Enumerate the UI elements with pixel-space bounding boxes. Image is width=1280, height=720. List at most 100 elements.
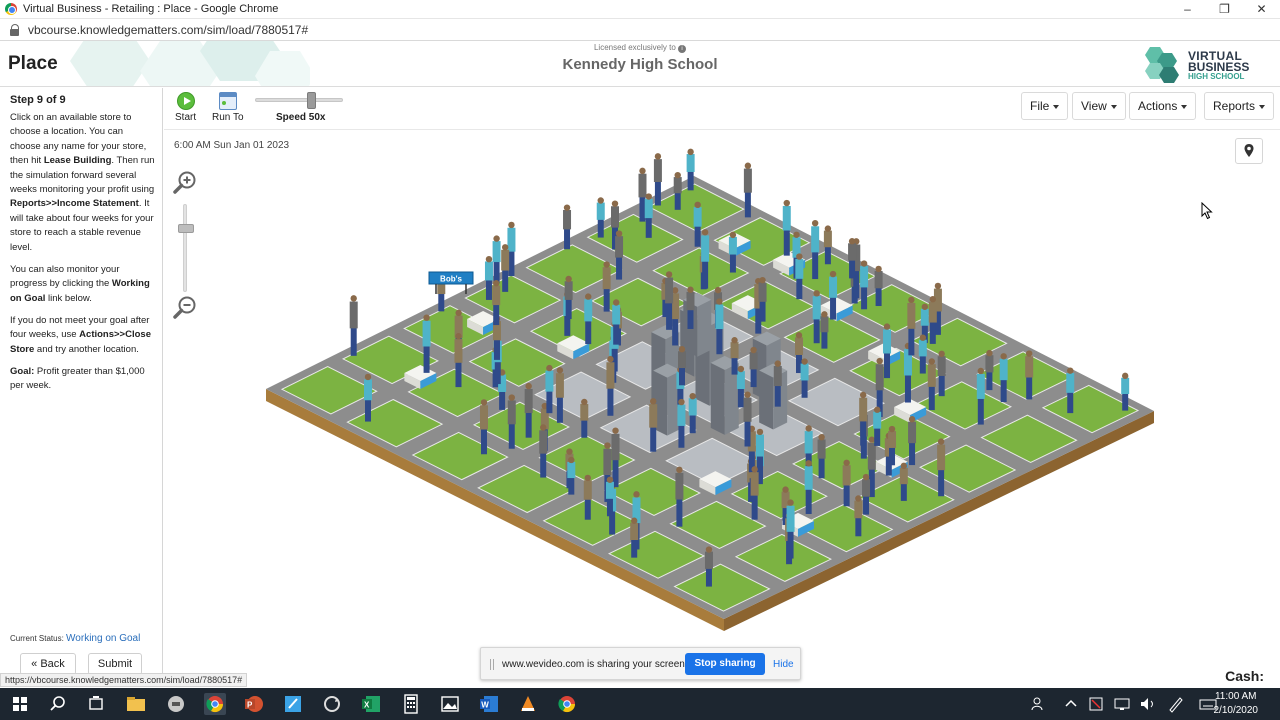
location-pin-icon bbox=[1244, 144, 1254, 157]
license-text: Licensed exclusively to i bbox=[0, 43, 1280, 53]
isometric-city-map[interactable]: Bob's bbox=[164, 131, 1280, 668]
windows-taskbar: P X W 11:00 AM 2/10/2020 bbox=[0, 688, 1280, 720]
zoom-slider[interactable] bbox=[178, 204, 194, 292]
person-figure bbox=[854, 495, 863, 537]
close-icon[interactable]: ✕ bbox=[1243, 0, 1280, 19]
word-icon[interactable]: W bbox=[478, 693, 500, 715]
photos-icon[interactable] bbox=[439, 693, 461, 715]
zoom-in-button[interactable] bbox=[172, 170, 198, 196]
person-figure bbox=[811, 219, 820, 280]
back-button[interactable]: « Back bbox=[20, 653, 76, 675]
pen-icon[interactable] bbox=[1165, 693, 1187, 715]
person-figure bbox=[349, 295, 358, 356]
instruction-paragraph-1: Click on an available store to choose a … bbox=[10, 112, 155, 253]
person-figure bbox=[524, 382, 533, 438]
person-figure bbox=[888, 425, 897, 466]
person-figure bbox=[630, 517, 639, 558]
person-figure bbox=[584, 293, 593, 345]
run-to-button[interactable]: Run To bbox=[212, 92, 244, 123]
speed-slider[interactable] bbox=[255, 92, 343, 109]
restore-icon[interactable]: ❐ bbox=[1206, 0, 1243, 19]
system-clock[interactable]: 11:00 AM 2/10/2020 bbox=[1214, 690, 1259, 718]
notepad-icon[interactable] bbox=[282, 693, 304, 715]
caret-down-icon bbox=[1110, 104, 1117, 109]
person-figure bbox=[908, 416, 917, 466]
view-menu[interactable]: View bbox=[1072, 92, 1126, 120]
sync-app-icon[interactable] bbox=[321, 693, 343, 715]
powerpoint-icon[interactable]: P bbox=[243, 693, 265, 715]
person-figure bbox=[928, 296, 937, 344]
person-figure bbox=[937, 350, 946, 397]
instruction-paragraph-2: You can also monitor your progress by cl… bbox=[10, 264, 150, 304]
person-figure bbox=[874, 265, 883, 307]
chrome-icon-2[interactable] bbox=[556, 693, 578, 715]
actions-menu[interactable]: Actions bbox=[1129, 92, 1197, 120]
browser-title-bar: Virtual Business - Retailing : Place - G… bbox=[0, 0, 1280, 19]
map-pin-button[interactable] bbox=[1235, 138, 1263, 164]
screen-share-bar: www.wevideo.com is sharing your screen. … bbox=[480, 647, 801, 680]
submit-button[interactable]: Submit bbox=[88, 653, 142, 675]
instruction-paragraph-3: If you do not meet your goal after four … bbox=[10, 315, 151, 355]
person-figure bbox=[862, 473, 871, 515]
stop-sharing-button[interactable]: Stop sharing bbox=[685, 653, 765, 675]
person-figure bbox=[501, 244, 510, 292]
person-figure bbox=[564, 275, 573, 320]
calculator-icon[interactable] bbox=[400, 693, 422, 715]
person-figure bbox=[758, 276, 767, 322]
antivirus-icon[interactable] bbox=[1085, 693, 1107, 715]
file-menu[interactable]: File bbox=[1021, 92, 1069, 120]
calendar-icon bbox=[218, 92, 237, 110]
current-status: Current Status: Working on Goal bbox=[10, 633, 141, 644]
vpn-app-icon[interactable] bbox=[165, 693, 187, 715]
person-figure bbox=[937, 438, 946, 497]
reports-menu[interactable]: Reports bbox=[1204, 92, 1275, 120]
mouse-cursor-icon bbox=[1201, 202, 1213, 220]
person-figure bbox=[812, 290, 821, 344]
person-figure bbox=[927, 358, 936, 411]
start-button[interactable]: Start bbox=[175, 92, 196, 123]
windows-start-icon[interactable] bbox=[9, 693, 31, 715]
person-figure bbox=[817, 433, 826, 479]
info-icon: i bbox=[678, 45, 687, 53]
zoom-out-button[interactable] bbox=[172, 295, 198, 321]
person-figure bbox=[782, 199, 791, 256]
city-map-stage[interactable]: Bob's 6:00 AM Sun Jan 01 2023 bbox=[164, 131, 1280, 668]
file-explorer-icon[interactable] bbox=[125, 693, 147, 715]
excel-icon[interactable]: X bbox=[360, 693, 382, 715]
cash-label: Cash: bbox=[1225, 668, 1264, 684]
url-text[interactable]: vbcourse.knowledgematters.com/sim/load/7… bbox=[28, 23, 308, 37]
speed-slider-thumb[interactable] bbox=[307, 92, 316, 109]
search-icon[interactable] bbox=[47, 693, 69, 715]
network-icon[interactable] bbox=[1111, 693, 1133, 715]
zoom-slider-thumb[interactable] bbox=[178, 224, 194, 233]
minimize-icon[interactable]: – bbox=[1169, 0, 1206, 19]
bobs-store-sign[interactable]: Bob's bbox=[428, 271, 474, 294]
person-figure bbox=[677, 346, 686, 386]
drag-handle-icon[interactable] bbox=[490, 659, 494, 670]
person-figure bbox=[823, 225, 832, 265]
person-figure bbox=[701, 229, 710, 289]
working-on-goal-link[interactable]: Working on Goal bbox=[66, 633, 140, 644]
person-figure bbox=[596, 197, 605, 238]
chevron-up-icon[interactable] bbox=[1060, 693, 1082, 715]
person-figure bbox=[985, 349, 994, 391]
play-icon bbox=[176, 92, 195, 110]
vlc-icon[interactable] bbox=[517, 693, 539, 715]
person-figure bbox=[750, 466, 759, 520]
chrome-icon[interactable] bbox=[204, 693, 226, 715]
person-figure bbox=[677, 398, 686, 448]
people-icon[interactable] bbox=[1028, 693, 1050, 715]
zoom-out-icon bbox=[173, 296, 196, 319]
address-bar[interactable]: vbcourse.knowledgematters.com/sim/load/7… bbox=[0, 19, 1280, 41]
person-figure bbox=[715, 298, 724, 355]
zoom-in-icon bbox=[173, 171, 196, 194]
speed-label: Speed 50x bbox=[276, 112, 326, 123]
volume-icon[interactable] bbox=[1137, 693, 1159, 715]
person-figure bbox=[673, 171, 682, 210]
person-figure bbox=[842, 459, 851, 507]
person-figure bbox=[800, 358, 809, 398]
building[interactable] bbox=[759, 363, 788, 430]
task-view-icon[interactable] bbox=[85, 693, 107, 715]
person-figure bbox=[492, 280, 501, 326]
hide-button[interactable]: Hide bbox=[773, 659, 794, 670]
